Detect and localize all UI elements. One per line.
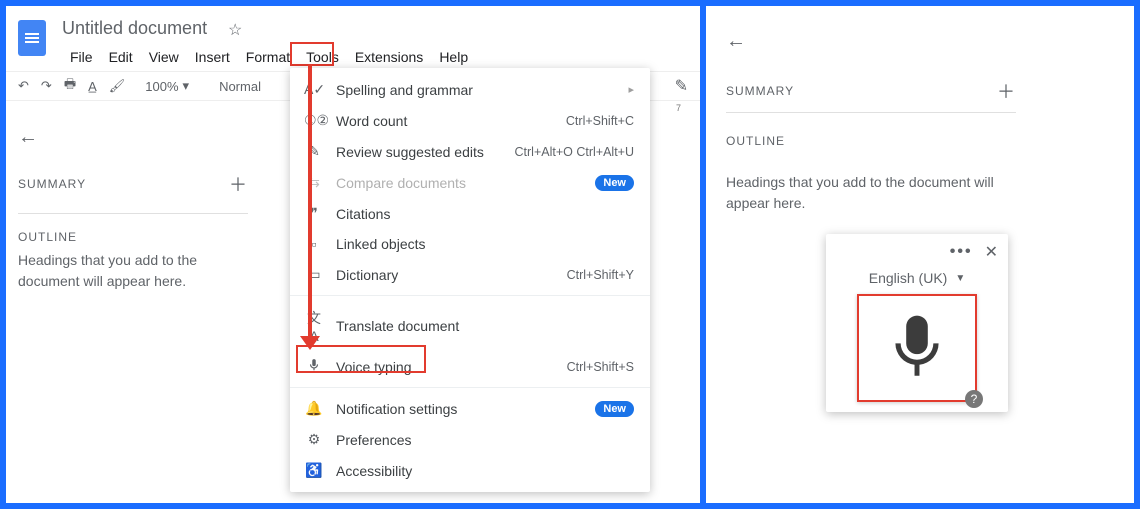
menu-tools[interactable]: Tools <box>298 46 347 68</box>
new-badge: New <box>595 401 634 417</box>
menu-word-count[interactable]: ①② Word count Ctrl+Shift+C <box>290 105 650 136</box>
voice-typing-result-panel: ← SUMMARY ＋ OUTLINE Headings that you ad… <box>706 6 1134 503</box>
document-title[interactable]: Untitled document <box>62 18 207 39</box>
menu-view[interactable]: View <box>141 46 187 68</box>
preferences-icon: ⚙ <box>304 431 324 448</box>
dropdown-caret-icon: ▼ <box>955 273 965 284</box>
item-label: Compare documents <box>336 175 466 191</box>
close-icon[interactable]: ✕ <box>985 242 998 262</box>
menu-separator <box>290 295 650 296</box>
zoom-selector[interactable]: 100% ▾ <box>141 74 193 98</box>
menu-linked-objects[interactable]: ▫ Linked objects <box>290 229 650 259</box>
menu-extensions[interactable]: Extensions <box>347 46 431 68</box>
item-shortcut: Ctrl+Alt+O Ctrl+Alt+U <box>515 145 634 159</box>
dropdown-caret-icon: ▾ <box>183 78 190 94</box>
zoom-value: 100% <box>145 79 178 94</box>
item-label: Voice typing <box>336 359 412 375</box>
document-outline-sidebar: ← SUMMARY ＋ OUTLINE Headings that you ad… <box>18 126 268 292</box>
redo-icon[interactable]: ↷ <box>37 74 56 98</box>
menu-help[interactable]: Help <box>431 46 476 68</box>
menu-accessibility[interactable]: ♿ Accessibility <box>290 455 650 486</box>
undo-icon[interactable]: ↶ <box>14 74 33 98</box>
menu-preferences[interactable]: ⚙ Preferences <box>290 424 650 455</box>
divider <box>18 213 248 214</box>
compare-icon: ⇆ <box>304 174 324 191</box>
tools-dropdown-menu: A✓ Spelling and grammar ▸ ①② Word count … <box>290 68 650 492</box>
dictionary-icon: ▭ <box>304 266 324 283</box>
divider <box>726 112 1016 113</box>
submenu-arrow-icon: ▸ <box>628 83 634 96</box>
add-summary-icon[interactable]: ＋ <box>997 78 1016 104</box>
summary-section-header: SUMMARY ＋ <box>726 78 1016 114</box>
print-icon[interactable]: 🖶 <box>60 71 80 101</box>
back-arrow-icon[interactable]: ← <box>726 30 746 53</box>
item-label: Review suggested edits <box>336 144 484 160</box>
item-label: Preferences <box>336 432 411 448</box>
item-label: Dictionary <box>336 267 398 283</box>
summary-label: SUMMARY <box>726 84 794 98</box>
accessibility-icon: ♿ <box>304 462 324 479</box>
paint-format-icon[interactable]: 🖌 <box>105 74 130 98</box>
item-shortcut: Ctrl+Shift+Y <box>567 268 634 282</box>
menu-compare-documents: ⇆ Compare documents New <box>290 167 650 198</box>
outline-empty-text: Headings that you add to the document wi… <box>18 250 248 292</box>
menu-voice-typing[interactable]: Voice typing Ctrl+Shift+S <box>290 351 650 382</box>
docs-logo-icon <box>18 20 46 56</box>
voice-typing-popup: ••• ✕ English (UK) ▼ ? <box>826 234 1008 412</box>
menu-citations[interactable]: ❞ Citations <box>290 198 650 229</box>
summary-label: SUMMARY <box>18 177 86 191</box>
citations-icon: ❞ <box>304 205 324 222</box>
item-label: Citations <box>336 206 390 222</box>
item-label: Word count <box>336 113 407 129</box>
more-options-icon[interactable]: ••• <box>950 243 973 261</box>
menu-edit[interactable]: Edit <box>101 46 141 68</box>
editing-mode-icon[interactable]: ✎ <box>675 76 688 96</box>
item-label: Notification settings <box>336 401 457 417</box>
spellcheck-icon[interactable]: A̲ <box>84 75 101 98</box>
word-count-icon: ①② <box>304 112 324 129</box>
item-label: Translate document <box>336 318 459 334</box>
language-selector[interactable]: English (UK) ▼ <box>826 266 1008 294</box>
menu-file[interactable]: File <box>62 46 101 68</box>
spelling-icon: A✓ <box>304 81 324 98</box>
menubar: File Edit View Insert Format Tools Exten… <box>62 46 476 68</box>
menu-format[interactable]: Format <box>238 46 298 68</box>
item-label: Linked objects <box>336 236 426 252</box>
item-label: Accessibility <box>336 463 412 479</box>
microphone-icon <box>304 358 324 375</box>
help-icon[interactable]: ? <box>965 390 983 408</box>
outline-section-header: OUTLINE <box>18 230 248 250</box>
menu-spelling-grammar[interactable]: A✓ Spelling and grammar ▸ <box>290 74 650 105</box>
menu-review-suggested-edits[interactable]: ✎ Review suggested edits Ctrl+Alt+O Ctrl… <box>290 136 650 167</box>
paragraph-style-selector[interactable]: Normal <box>215 75 265 98</box>
ruler-tick: 7 <box>676 103 681 113</box>
microphone-button[interactable]: ? <box>857 294 977 402</box>
review-icon: ✎ <box>304 143 324 160</box>
back-arrow-icon[interactable]: ← <box>18 126 38 149</box>
new-badge: New <box>595 175 634 191</box>
translate-icon: 文A <box>304 308 324 344</box>
menu-separator <box>290 387 650 388</box>
star-icon[interactable]: ☆ <box>228 20 242 40</box>
item-label: Spelling and grammar <box>336 82 473 98</box>
language-value: English (UK) <box>869 270 948 286</box>
item-shortcut: Ctrl+Shift+C <box>566 114 634 128</box>
outline-label: OUTLINE <box>18 230 77 244</box>
linked-objects-icon: ▫ <box>304 236 324 252</box>
menu-insert[interactable]: Insert <box>187 46 238 68</box>
summary-section-header: SUMMARY ＋ <box>18 171 248 207</box>
menu-notification-settings[interactable]: 🔔 Notification settings New <box>290 393 650 424</box>
microphone-icon <box>880 307 954 389</box>
bell-icon: 🔔 <box>304 400 324 417</box>
google-docs-window: Untitled document ☆ File Edit View Inser… <box>6 6 700 503</box>
add-summary-icon[interactable]: ＋ <box>229 171 248 197</box>
outline-label: OUTLINE <box>726 134 785 148</box>
menu-dictionary[interactable]: ▭ Dictionary Ctrl+Shift+Y <box>290 259 650 290</box>
item-shortcut: Ctrl+Shift+S <box>567 360 634 374</box>
outline-empty-text: Headings that you add to the document wi… <box>726 172 1016 214</box>
menu-translate-document[interactable]: 文A Translate document <box>290 301 650 351</box>
